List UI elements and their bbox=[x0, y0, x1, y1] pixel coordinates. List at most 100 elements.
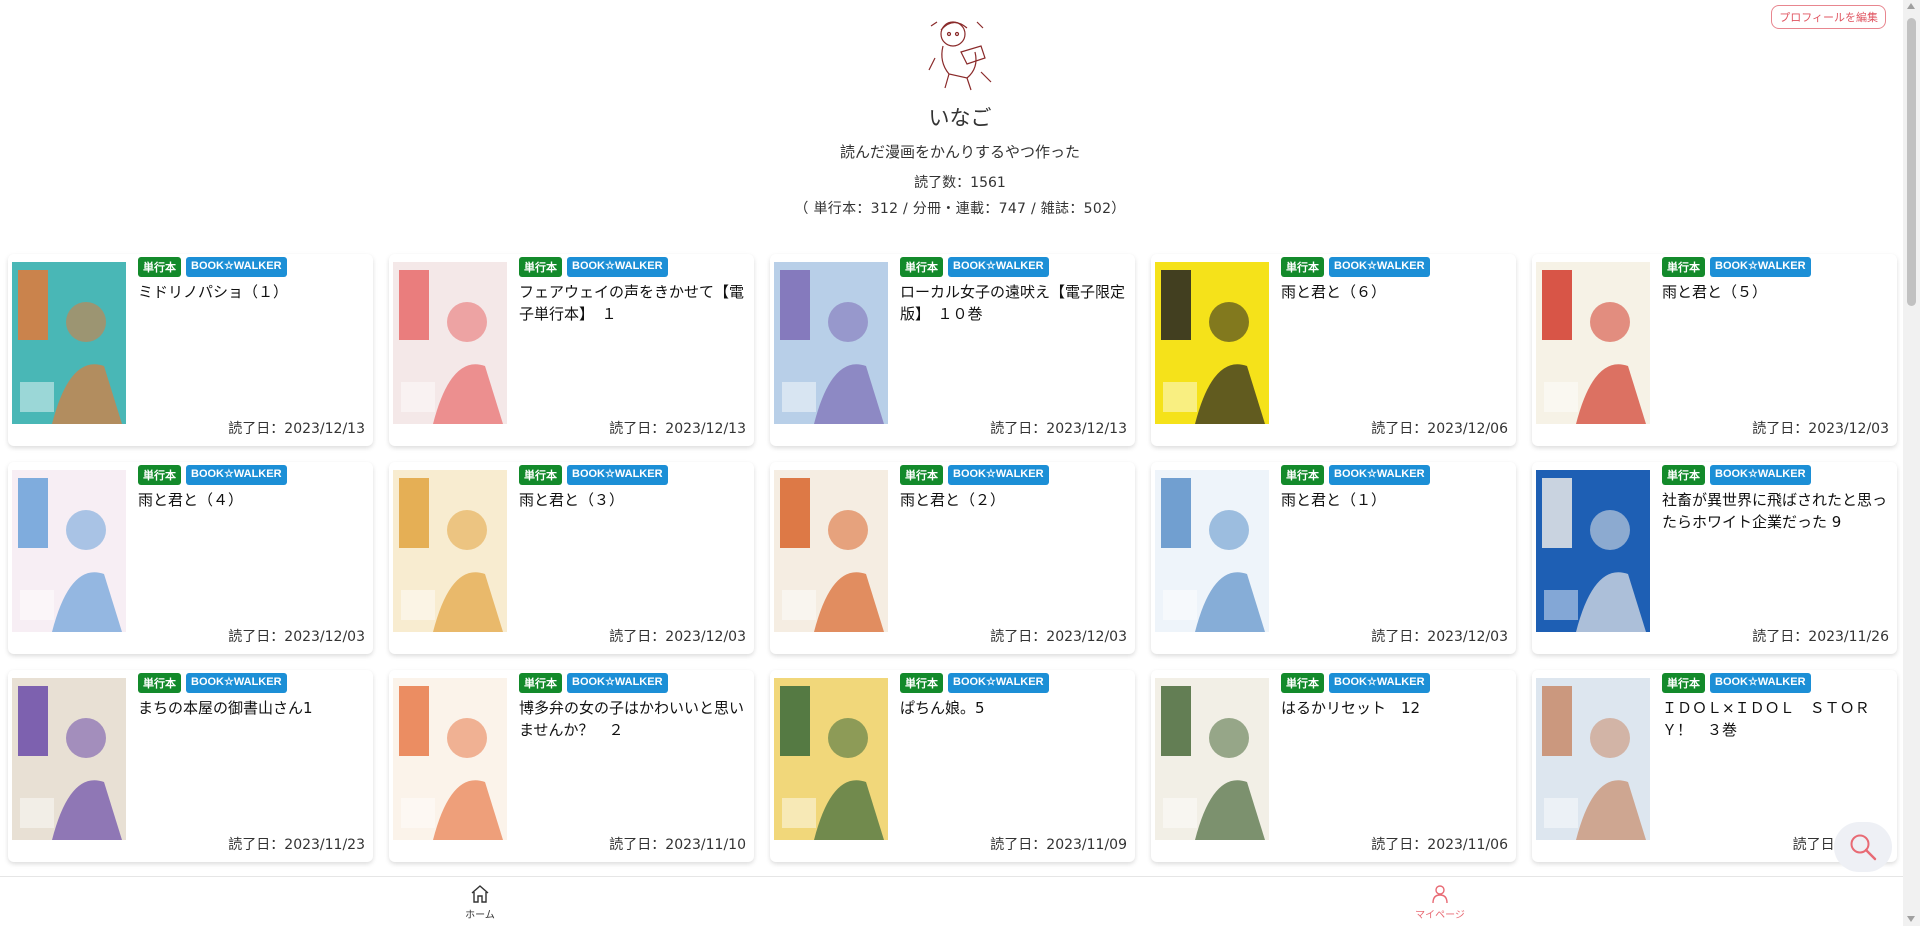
book-cover[interactable] bbox=[393, 678, 507, 840]
cover-illustration bbox=[393, 262, 507, 424]
store-badge: BOOK☆WALKER bbox=[567, 465, 668, 485]
type-badge: 単行本 bbox=[138, 465, 181, 485]
book-card[interactable]: 単行本 BOOK☆WALKER フェアウェイの声をきかせて【電子単行本】 １ 読… bbox=[389, 254, 754, 446]
book-cover[interactable] bbox=[774, 262, 888, 424]
book-cover[interactable] bbox=[1155, 470, 1269, 632]
book-title[interactable]: 社畜が異世界に飛ばされたと思ったらホワイト企業だった 9 bbox=[1662, 489, 1887, 533]
read-date: 読了日：2023/12/13 bbox=[228, 421, 365, 437]
book-card[interactable]: 単行本 BOOK☆WALKER 雨と君と（６） 読了日：2023/12/06 bbox=[1151, 254, 1516, 446]
edit-profile-button[interactable]: プロフィールを編集 bbox=[1771, 5, 1886, 29]
type-badge: 単行本 bbox=[1662, 465, 1705, 485]
read-date: 読了日：2023/12/06 bbox=[1371, 421, 1508, 437]
store-badge: BOOK☆WALKER bbox=[1329, 673, 1430, 693]
profile-header: いなご 読んだ漫画をかんりするやつ作った 読了数：1561 （ 単行本：312 … bbox=[0, 0, 1920, 218]
store-badge: BOOK☆WALKER bbox=[1329, 465, 1430, 485]
read-date: 読了日：2023/12/03 bbox=[1752, 421, 1889, 437]
cover-illustration bbox=[1536, 262, 1650, 424]
read-date: 読了日：2023/11/26 bbox=[1752, 629, 1889, 645]
book-cover[interactable] bbox=[774, 470, 888, 632]
book-cover[interactable] bbox=[1155, 262, 1269, 424]
read-date: 読了日：2023/12/03 bbox=[228, 629, 365, 645]
read-date: 読了日：2023/12/13 bbox=[990, 421, 1127, 437]
cover-illustration bbox=[393, 678, 507, 840]
book-card[interactable]: 単行本 BOOK☆WALKER 雨と君と（４） 読了日：2023/12/03 bbox=[8, 462, 373, 654]
book-cover[interactable] bbox=[393, 470, 507, 632]
bottom-nav: ホーム マイページ bbox=[0, 876, 1903, 927]
book-cover[interactable] bbox=[393, 262, 507, 424]
book-title[interactable]: 雨と君と（２） bbox=[900, 489, 1125, 511]
read-date: 読了日：2023/12/13 bbox=[609, 421, 746, 437]
book-title[interactable]: はるかリセット 12 bbox=[1281, 697, 1506, 719]
book-title[interactable]: ローカル女子の遠吠え【電子限定版】 １０巻 bbox=[900, 281, 1125, 325]
store-badge: BOOK☆WALKER bbox=[186, 257, 287, 277]
scrollbar-thumb[interactable] bbox=[1907, 18, 1916, 306]
scroll-up-icon[interactable] bbox=[1907, 3, 1915, 9]
type-badge: 単行本 bbox=[138, 673, 181, 693]
book-title[interactable]: 雨と君と（３） bbox=[519, 489, 744, 511]
store-badge: BOOK☆WALKER bbox=[186, 465, 287, 485]
cover-illustration bbox=[1155, 470, 1269, 632]
cover-illustration bbox=[1536, 678, 1650, 840]
book-cover[interactable] bbox=[1155, 678, 1269, 840]
cover-illustration bbox=[12, 470, 126, 632]
book-cover[interactable] bbox=[1536, 678, 1650, 840]
read-breakdown: （ 単行本：312 / 分冊・連載：747 / 雑誌：502） bbox=[794, 201, 1126, 217]
store-badge: BOOK☆WALKER bbox=[948, 465, 1049, 485]
store-badge: BOOK☆WALKER bbox=[948, 673, 1049, 693]
type-badge: 単行本 bbox=[519, 465, 562, 485]
scroll-down-icon[interactable] bbox=[1907, 916, 1915, 922]
book-cover[interactable] bbox=[12, 262, 126, 424]
book-title[interactable]: 雨と君と（６） bbox=[1281, 281, 1506, 303]
book-title[interactable]: 雨と君と（４） bbox=[138, 489, 363, 511]
type-badge: 単行本 bbox=[519, 673, 562, 693]
book-card[interactable]: 単行本 BOOK☆WALKER ミドリノパショ（１） 読了日：2023/12/1… bbox=[8, 254, 373, 446]
book-card[interactable]: 単行本 BOOK☆WALKER 雨と君と（５） 読了日：2023/12/03 bbox=[1532, 254, 1897, 446]
book-card[interactable]: 単行本 BOOK☆WALKER ぱちん娘。5 読了日：2023/11/09 bbox=[770, 670, 1135, 862]
book-card[interactable]: 単行本 BOOK☆WALKER 社畜が異世界に飛ばされたと思ったらホワイト企業だ… bbox=[1532, 462, 1897, 654]
type-badge: 単行本 bbox=[1662, 673, 1705, 693]
book-cover[interactable] bbox=[12, 470, 126, 632]
book-cover[interactable] bbox=[1536, 470, 1650, 632]
book-cover[interactable] bbox=[12, 678, 126, 840]
book-title[interactable]: フェアウェイの声をきかせて【電子単行本】 １ bbox=[519, 281, 744, 325]
cover-illustration bbox=[393, 470, 507, 632]
book-title[interactable]: ぱちん娘。5 bbox=[900, 697, 1125, 719]
cover-illustration bbox=[12, 262, 126, 424]
book-card[interactable]: 単行本 BOOK☆WALKER 雨と君と（３） 読了日：2023/12/03 bbox=[389, 462, 754, 654]
nav-mypage[interactable]: マイページ bbox=[1400, 884, 1480, 921]
username: いなご bbox=[928, 106, 992, 130]
book-title[interactable]: 雨と君と（５） bbox=[1662, 281, 1887, 303]
book-card[interactable]: 単行本 BOOK☆WALKER はるかリセット 12 読了日：2023/11/0… bbox=[1151, 670, 1516, 862]
book-card[interactable]: 単行本 BOOK☆WALKER まちの本屋の御書山さん1 読了日：2023/11… bbox=[8, 670, 373, 862]
type-badge: 単行本 bbox=[138, 257, 181, 277]
type-badge: 単行本 bbox=[1662, 257, 1705, 277]
type-badge: 単行本 bbox=[900, 257, 943, 277]
cover-illustration bbox=[1536, 470, 1650, 632]
read-date: 読了日：2023/12/03 bbox=[609, 629, 746, 645]
read-date: 読了日：2023/11/23 bbox=[228, 837, 365, 853]
read-date: 読了日：2023/12/03 bbox=[1371, 629, 1508, 645]
nav-home[interactable]: ホーム bbox=[440, 884, 520, 921]
type-badge: 単行本 bbox=[900, 673, 943, 693]
cover-illustration bbox=[774, 470, 888, 632]
profile-bio: 読んだ漫画をかんりするやつ作った bbox=[839, 143, 1080, 161]
cover-illustration bbox=[774, 262, 888, 424]
book-cover[interactable] bbox=[1536, 262, 1650, 424]
cover-illustration bbox=[1155, 678, 1269, 840]
book-title[interactable]: 博多弁の女の子はかわいいと思いませんか？ ２ bbox=[519, 697, 744, 741]
book-title[interactable]: ミドリノパショ（１） bbox=[138, 281, 363, 303]
search-button[interactable] bbox=[1834, 822, 1892, 872]
type-badge: 単行本 bbox=[1281, 257, 1324, 277]
page-scrollbar[interactable] bbox=[1903, 0, 1920, 926]
book-title[interactable]: ＩＤＯＬ×ＩＤＯＬ ＳＴＯＲＹ！ ３巻 bbox=[1662, 697, 1887, 741]
book-card[interactable]: 単行本 BOOK☆WALKER 雨と君と（１） 読了日：2023/12/03 bbox=[1151, 462, 1516, 654]
book-card[interactable]: 単行本 BOOK☆WALKER 博多弁の女の子はかわいいと思いませんか？ ２ 読… bbox=[389, 670, 754, 862]
store-badge: BOOK☆WALKER bbox=[1710, 257, 1811, 277]
book-card[interactable]: 単行本 BOOK☆WALKER 雨と君と（２） 読了日：2023/12/03 bbox=[770, 462, 1135, 654]
cover-illustration bbox=[774, 678, 888, 840]
nav-home-label: ホーム bbox=[465, 910, 495, 921]
book-title[interactable]: 雨と君と（１） bbox=[1281, 489, 1506, 511]
book-title[interactable]: まちの本屋の御書山さん1 bbox=[138, 697, 363, 719]
book-card[interactable]: 単行本 BOOK☆WALKER ローカル女子の遠吠え【電子限定版】 １０巻 読了… bbox=[770, 254, 1135, 446]
book-cover[interactable] bbox=[774, 678, 888, 840]
